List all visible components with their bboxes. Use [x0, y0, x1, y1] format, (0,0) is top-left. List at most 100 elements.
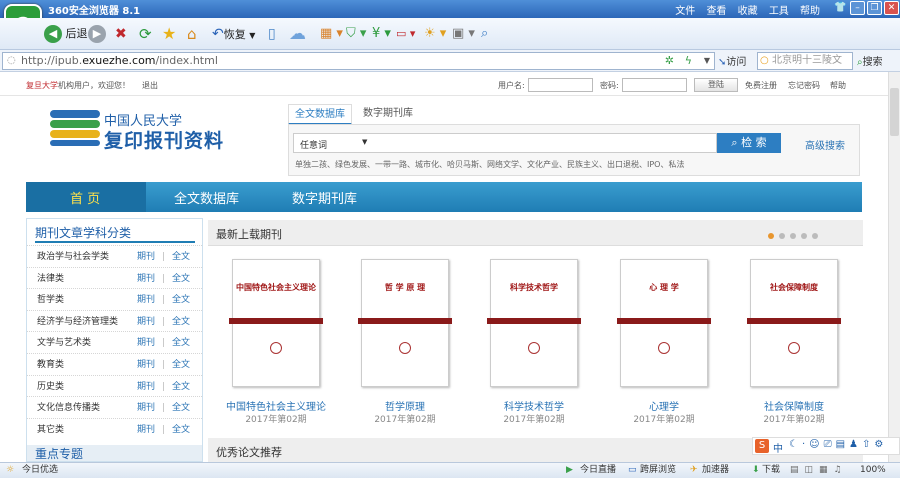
- status-tools-icon[interactable]: ▤◫▦♫: [790, 463, 848, 478]
- login-button[interactable]: 登陆: [694, 78, 738, 92]
- category-fulltext-link[interactable]: 全文: [172, 419, 190, 441]
- category-fulltext-link[interactable]: 全文: [172, 268, 190, 290]
- carousel-dot[interactable]: [768, 233, 774, 239]
- menu-file[interactable]: 文件: [675, 6, 695, 17]
- nav-fulltext-db[interactable]: 全文数据库: [174, 188, 239, 207]
- refresh-icon[interactable]: ⟳: [139, 25, 152, 43]
- mobile-icon[interactable]: ▯: [268, 25, 276, 43]
- category-journal-link[interactable]: 期刊: [137, 397, 155, 419]
- password-input[interactable]: [622, 78, 687, 92]
- tab-fulltext-db[interactable]: 全文数据库: [288, 104, 352, 125]
- journal-cover[interactable]: 心 理 学: [617, 259, 711, 387]
- download-link[interactable]: 下载: [762, 463, 780, 478]
- sun-icon[interactable]: ☀ ▾: [424, 25, 446, 43]
- back-button[interactable]: ◀ 后退: [44, 25, 88, 43]
- url-input[interactable]: ◌ http://ipub.exuezhe.com/index.html ✲ ϟ…: [2, 52, 715, 70]
- forgot-password-link[interactable]: 忘记密码: [788, 80, 820, 91]
- tab-digital-journal[interactable]: 数字期刊库: [357, 104, 419, 125]
- forward-button[interactable]: ▶: [88, 25, 106, 43]
- category-fulltext-link[interactable]: 全文: [172, 376, 190, 398]
- field-select[interactable]: 任意词: [300, 138, 327, 151]
- image-icon[interactable]: ▣ ▾: [452, 25, 475, 43]
- menu-favorites[interactable]: 收藏: [738, 6, 758, 17]
- close-button[interactable]: ✕: [884, 1, 899, 15]
- carousel-dot[interactable]: [812, 233, 818, 239]
- category-label[interactable]: 文化信息传播类: [37, 397, 100, 419]
- yen-icon[interactable]: ¥ ▾: [372, 25, 391, 43]
- category-journal-link[interactable]: 期刊: [137, 419, 155, 441]
- logout-link[interactable]: 退出: [142, 80, 158, 91]
- category-label[interactable]: 哲学类: [37, 289, 64, 311]
- cloud-icon[interactable]: ☁: [289, 25, 306, 43]
- category-fulltext-link[interactable]: 全文: [172, 332, 190, 354]
- shield-icon[interactable]: ⛉ ▾: [346, 25, 366, 43]
- category-label[interactable]: 法律类: [37, 268, 64, 290]
- category-label[interactable]: 历史类: [37, 376, 64, 398]
- maximize-button[interactable]: ❐: [867, 1, 882, 15]
- category-journal-link[interactable]: 期刊: [137, 332, 155, 354]
- restore-button[interactable]: ↶恢复 ▼: [212, 25, 255, 43]
- category-journal-link[interactable]: 期刊: [137, 268, 155, 290]
- category-fulltext-link[interactable]: 全文: [172, 289, 190, 311]
- category-journal-link[interactable]: 期刊: [137, 289, 155, 311]
- keyword-input[interactable]: 任意词 ▼: [293, 133, 717, 153]
- live-link[interactable]: 今日直播: [580, 463, 616, 478]
- menu-view[interactable]: 查看: [706, 6, 726, 17]
- category-journal-link[interactable]: 期刊: [137, 354, 155, 376]
- translate-icon[interactable]: ▭ ▾: [396, 25, 415, 43]
- scrollbar-thumb[interactable]: [890, 88, 899, 136]
- category-journal-link[interactable]: 期刊: [137, 311, 155, 333]
- category-label[interactable]: 政治学与社会学类: [37, 246, 109, 268]
- category-journal-link[interactable]: 期刊: [137, 376, 155, 398]
- field-dropdown-icon[interactable]: ▼: [362, 138, 367, 146]
- journal-cover[interactable]: 科学技术哲学: [487, 259, 581, 387]
- journal-title-link[interactable]: 社会保障制度: [729, 398, 859, 413]
- category-fulltext-link[interactable]: 全文: [172, 354, 190, 376]
- daily-picks[interactable]: 今日优选: [22, 463, 58, 478]
- shirt-icon[interactable]: 👕: [834, 2, 846, 13]
- nav-digital-journal[interactable]: 数字期刊库: [292, 188, 357, 207]
- register-link[interactable]: 免费注册: [745, 80, 777, 91]
- username-input[interactable]: [528, 78, 593, 92]
- category-label[interactable]: 经济学与经济管理类: [37, 311, 118, 333]
- journal-title-link[interactable]: 科学技术哲学: [469, 398, 599, 413]
- carousel-dot[interactable]: [801, 233, 807, 239]
- cross-screen-link[interactable]: 跨屏浏览: [640, 463, 676, 478]
- ime-tools-icon[interactable]: ☾·☺⎚▤♟⇧⚙: [789, 439, 887, 450]
- home-icon[interactable]: ⌂: [187, 25, 197, 43]
- nav-home[interactable]: 首 页: [70, 188, 100, 207]
- ime-language[interactable]: 中: [773, 440, 783, 455]
- journal-title-link[interactable]: 中国特色社会主义理论: [211, 398, 341, 413]
- go-button[interactable]: ➘访问: [718, 53, 746, 68]
- dropdown-arrow-icon[interactable]: ▼: [704, 53, 710, 69]
- search-button[interactable]: ⌕搜索: [857, 53, 883, 68]
- category-fulltext-link[interactable]: 全文: [172, 311, 190, 333]
- category-label[interactable]: 其它类: [37, 419, 64, 441]
- category-fulltext-link[interactable]: 全文: [172, 397, 190, 419]
- zoom-level[interactable]: 100%: [860, 463, 886, 478]
- help-link[interactable]: 帮助: [830, 80, 846, 91]
- carousel-dot[interactable]: [779, 233, 785, 239]
- apps-grid-icon[interactable]: ▦ ▾: [320, 25, 343, 43]
- journal-cover[interactable]: 社会保障制度: [747, 259, 841, 387]
- journal-title-link[interactable]: 心理学: [599, 398, 729, 413]
- favorite-star-icon[interactable]: ★: [162, 25, 176, 43]
- carousel-dot[interactable]: [790, 233, 796, 239]
- hot-terms[interactable]: 单独二孩、绿色发展、一带一路、城市化、哈贝马斯、网络文学、文化产业、民族主义、出…: [295, 159, 684, 170]
- category-label[interactable]: 文学与艺术类: [37, 332, 91, 354]
- journal-cover[interactable]: 哲 学 原 理: [358, 259, 452, 387]
- search-input[interactable]: ○ 北京明十三陵文: [757, 52, 853, 70]
- journal-cover[interactable]: 中国特色社会主义理论: [229, 259, 323, 387]
- menu-help[interactable]: 帮助: [800, 6, 820, 17]
- advanced-search-link[interactable]: 高级搜索: [805, 137, 845, 152]
- accelerator-link[interactable]: 加速器: [702, 463, 729, 478]
- zoom-icon[interactable]: ⌕: [481, 25, 488, 43]
- search-submit-button[interactable]: ⌕ 检 索: [717, 133, 781, 153]
- vertical-scrollbar[interactable]: [888, 72, 900, 462]
- category-journal-link[interactable]: 期刊: [137, 246, 155, 268]
- journal-title-link[interactable]: 哲学原理: [340, 398, 470, 413]
- stop-icon[interactable]: ✖: [115, 25, 127, 43]
- menu-tools[interactable]: 工具: [769, 6, 789, 17]
- category-label[interactable]: 教育类: [37, 354, 64, 376]
- minimize-button[interactable]: –: [850, 1, 865, 15]
